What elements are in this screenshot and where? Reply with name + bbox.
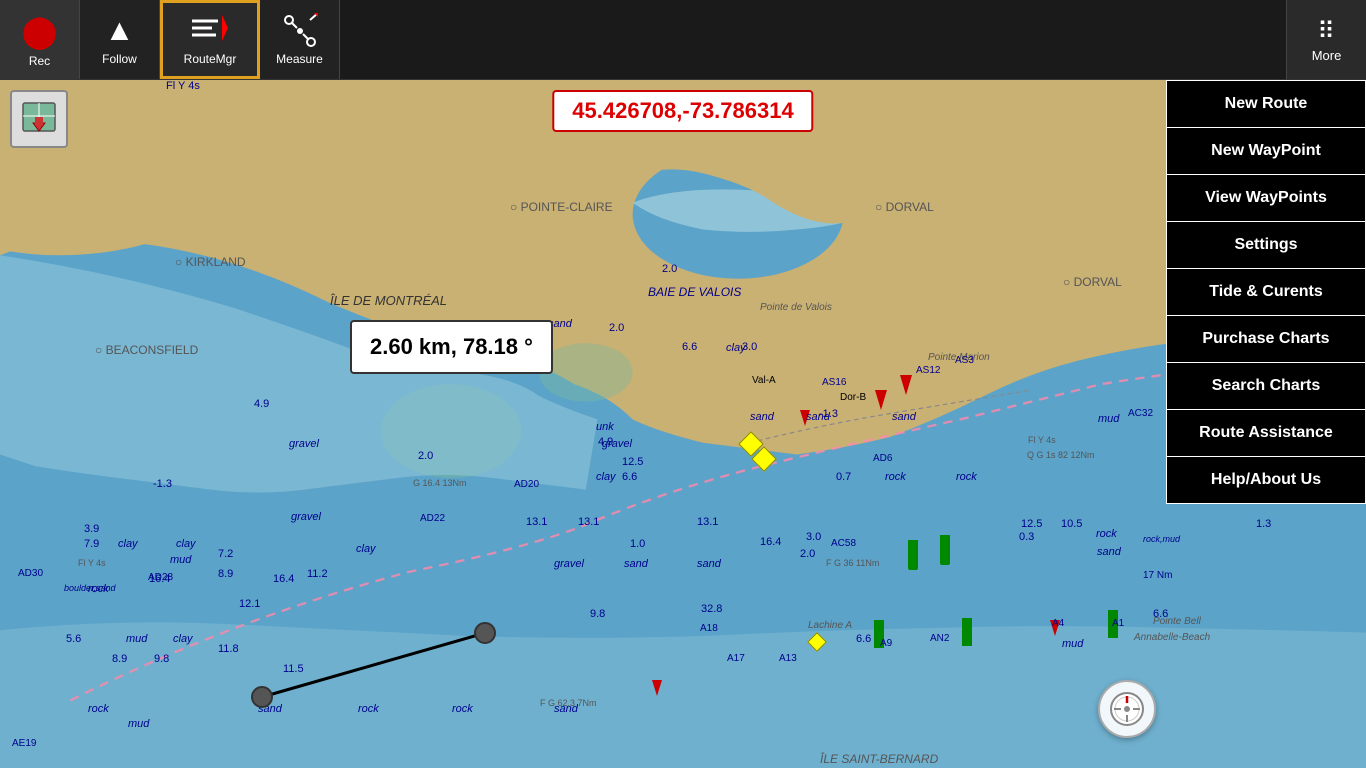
- search-charts-button[interactable]: Search Charts: [1166, 363, 1366, 410]
- map-svg: [0, 80, 1366, 768]
- left-panel: [10, 90, 68, 152]
- more-button[interactable]: ⠿ More: [1286, 0, 1366, 79]
- measure-label: Measure: [276, 52, 323, 66]
- follow-icon: ▲: [105, 14, 135, 48]
- new-waypoint-button[interactable]: New WayPoint: [1166, 128, 1366, 175]
- buoy-green-5: [1108, 610, 1118, 638]
- right-menu: New Route New WayPoint View WayPoints Se…: [1166, 80, 1366, 504]
- measure-tooltip: 2.60 km, 78.18 °: [350, 320, 553, 374]
- routemgr-button[interactable]: RouteMgr: [160, 0, 260, 79]
- purchase-charts-button[interactable]: Purchase Charts: [1166, 316, 1366, 363]
- buoy-green-2: [940, 535, 950, 565]
- measure-text: 2.60 km, 78.18 °: [370, 334, 533, 359]
- measure-button[interactable]: Measure: [260, 0, 340, 79]
- rec-button[interactable]: ⬤ Rec: [0, 0, 80, 79]
- map-container[interactable]: 45.426708,-73.786314 New Route New WayPo…: [0, 80, 1366, 768]
- coordinates-display: 45.426708,-73.786314: [552, 90, 813, 132]
- compass-icon: [1109, 691, 1145, 727]
- more-label: More: [1312, 48, 1342, 63]
- settings-button[interactable]: Settings: [1166, 222, 1366, 269]
- rec-label: Rec: [29, 54, 50, 68]
- chart-icon: [21, 101, 57, 137]
- view-waypoints-button[interactable]: View WayPoints: [1166, 175, 1366, 222]
- route-assistance-button[interactable]: Route Assistance: [1166, 410, 1366, 457]
- chart-download-button[interactable]: [10, 90, 68, 148]
- buoy-green-1: [908, 540, 918, 570]
- routemgr-label: RouteMgr: [184, 52, 237, 66]
- new-route-button[interactable]: New Route: [1166, 80, 1366, 128]
- rec-icon: ⬤: [22, 12, 58, 50]
- measure-icon: [282, 13, 318, 52]
- buoy-green-4: [962, 618, 972, 646]
- follow-label: Follow: [102, 52, 137, 66]
- toolbar: ⬤ Rec ▲ Follow RouteMgr: [0, 0, 1366, 80]
- tide-currents-button[interactable]: Tide & Curents: [1166, 269, 1366, 316]
- coordinates-text: 45.426708,-73.786314: [572, 98, 793, 123]
- routemgr-icon: [190, 13, 230, 50]
- buoy-green-3: [874, 620, 884, 648]
- follow-button[interactable]: ▲ Follow: [80, 0, 160, 79]
- compass-button[interactable]: [1098, 680, 1156, 738]
- more-dots-icon: ⠿: [1317, 17, 1336, 46]
- help-about-button[interactable]: Help/About Us: [1166, 457, 1366, 504]
